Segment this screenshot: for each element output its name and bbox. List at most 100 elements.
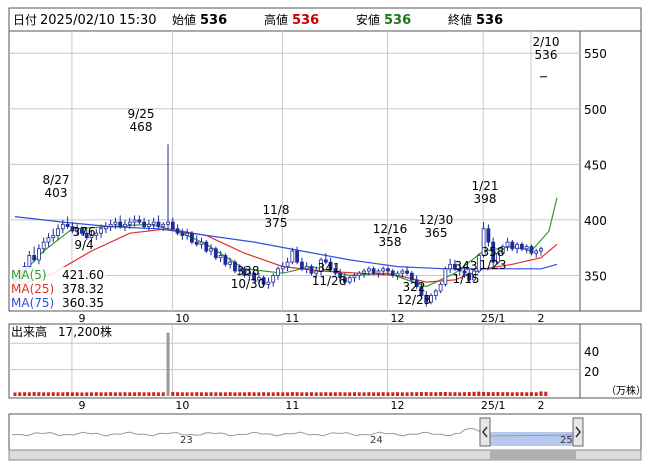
volume-bar-46 (233, 392, 237, 396)
annotation-date-5: 11/26 (312, 274, 347, 288)
candle-body-11 (65, 223, 70, 227)
volume-bar-22 (118, 392, 122, 396)
volume-bar-44 (223, 392, 227, 396)
annotation-date-10: 1/21 (472, 179, 499, 193)
volume-bar-87 (429, 392, 433, 396)
candle-body-81 (400, 270, 405, 274)
navigator-label-24: 24 (370, 435, 383, 446)
volume-bar-66 (329, 392, 333, 396)
navigator-scroll-thumb[interactable] (490, 451, 576, 459)
volume-bar-105 (515, 392, 519, 396)
volume-bar-54 (271, 392, 275, 396)
price-tick-400: 400 (584, 214, 607, 228)
legend-ma25-value: 378.32 (62, 282, 104, 296)
volume-bar-45 (228, 392, 232, 396)
x-label-4: 25/1 (481, 312, 506, 325)
candle-body-6 (41, 241, 46, 250)
volume-bar-26 (137, 392, 141, 396)
volume-bar-2 (23, 392, 27, 396)
volume-bar-52 (262, 392, 266, 396)
annotation-date-6: 12/16 (373, 222, 408, 236)
volume-bar-106 (520, 392, 524, 396)
candle-body-28 (146, 223, 151, 227)
volume-bar-51 (257, 392, 261, 396)
stock-chart: 日付 2025/02/10 15:30 始値 536 高値 536 安値 536… (0, 0, 653, 470)
x-label-0: 9 (78, 312, 85, 325)
volume-bar-109 (534, 392, 538, 396)
volume-bar-19 (104, 392, 108, 396)
candle-body-41 (209, 248, 213, 252)
candle-body-23 (123, 223, 127, 227)
candle-body-3 (27, 255, 32, 267)
price-tick-450: 450 (584, 158, 607, 172)
candle-body-26 (137, 219, 142, 223)
annotation-value-10: 398 (474, 192, 497, 206)
volume-bar-103 (506, 392, 510, 396)
volume-bar-63 (314, 392, 318, 396)
candle-body-20 (108, 223, 113, 227)
vol-x-label-2: 11 (285, 399, 299, 412)
volume-bar-94 (462, 392, 466, 396)
volume-bar-67 (333, 392, 337, 396)
volume-bar-84 (415, 392, 419, 396)
volume-bar-17 (94, 392, 98, 396)
chart-canvas: 日付 2025/02/10 15:30 始値 536 高値 536 安値 536… (8, 7, 646, 461)
candle-body-57 (285, 261, 290, 267)
volume-bar-75 (372, 392, 376, 396)
volume-value: 17,200株 (58, 324, 112, 339)
volume-bar-97 (477, 391, 481, 396)
candle-body-37 (190, 232, 194, 243)
vol-x-label-5: 2 (538, 399, 545, 412)
navigator-label-23: 23 (180, 435, 193, 446)
volume-bar-104 (510, 392, 514, 396)
volume-bar-90 (443, 391, 447, 396)
annotation-value-2: 468 (130, 120, 153, 134)
x-label-3: 12 (391, 312, 405, 325)
volume-bar-64 (319, 392, 323, 396)
volume-bar-39 (199, 392, 203, 396)
candle-body-90 (443, 268, 448, 285)
legend-ma75-value: 360.35 (62, 296, 104, 310)
volume-bar-18 (99, 392, 103, 396)
annotation-value-8: 365 (425, 226, 448, 240)
candle-body-45 (228, 261, 233, 265)
candle-body-8 (51, 235, 56, 239)
volume-bar-48 (243, 392, 247, 396)
annotation-date-4: 11/8 (263, 203, 290, 217)
volume-bar-34 (176, 392, 180, 396)
price-tick-550: 550 (584, 47, 607, 61)
volume-bar-74 (367, 392, 371, 396)
volume-unit: （万株） (606, 384, 646, 397)
open-value: 536 (200, 13, 227, 28)
volume-bar-4 (32, 392, 36, 396)
candle-body-39 (199, 241, 204, 245)
navigator-left-handle[interactable] (479, 417, 491, 447)
candle-body-58 (290, 250, 295, 263)
volume-bar-42 (214, 392, 218, 396)
annotation-value-6: 358 (379, 235, 402, 249)
datetime-value: 2025/02/10 15:30 (40, 13, 157, 28)
annotation-date-9: 1/15 (453, 272, 480, 286)
candle-body-70 (347, 277, 352, 283)
candle-body-53 (266, 281, 271, 285)
volume-bar-30 (156, 392, 160, 396)
volume-bar-71 (353, 392, 357, 396)
legend-ma5-value: 421.60 (62, 268, 104, 282)
volume-bar-108 (529, 392, 533, 396)
volume-bar-88 (434, 392, 438, 396)
candle-body-9 (56, 228, 60, 236)
volume-bar-83 (410, 392, 414, 396)
candle-body-103 (505, 241, 510, 247)
candle-body-62 (309, 266, 314, 274)
volume-bar-36 (185, 392, 189, 396)
volume-bar-80 (396, 392, 400, 396)
volume-bar-98 (482, 391, 486, 396)
candle-body-78 (386, 268, 390, 272)
date-label: 日付 (13, 13, 37, 27)
navigator-right-handle[interactable] (572, 417, 584, 447)
volume-bar-32 (166, 332, 170, 396)
volume-bar-76 (376, 392, 380, 396)
volume-bar-27 (142, 392, 146, 396)
low-value: 536 (384, 13, 411, 28)
volume-bar-91 (448, 392, 452, 396)
